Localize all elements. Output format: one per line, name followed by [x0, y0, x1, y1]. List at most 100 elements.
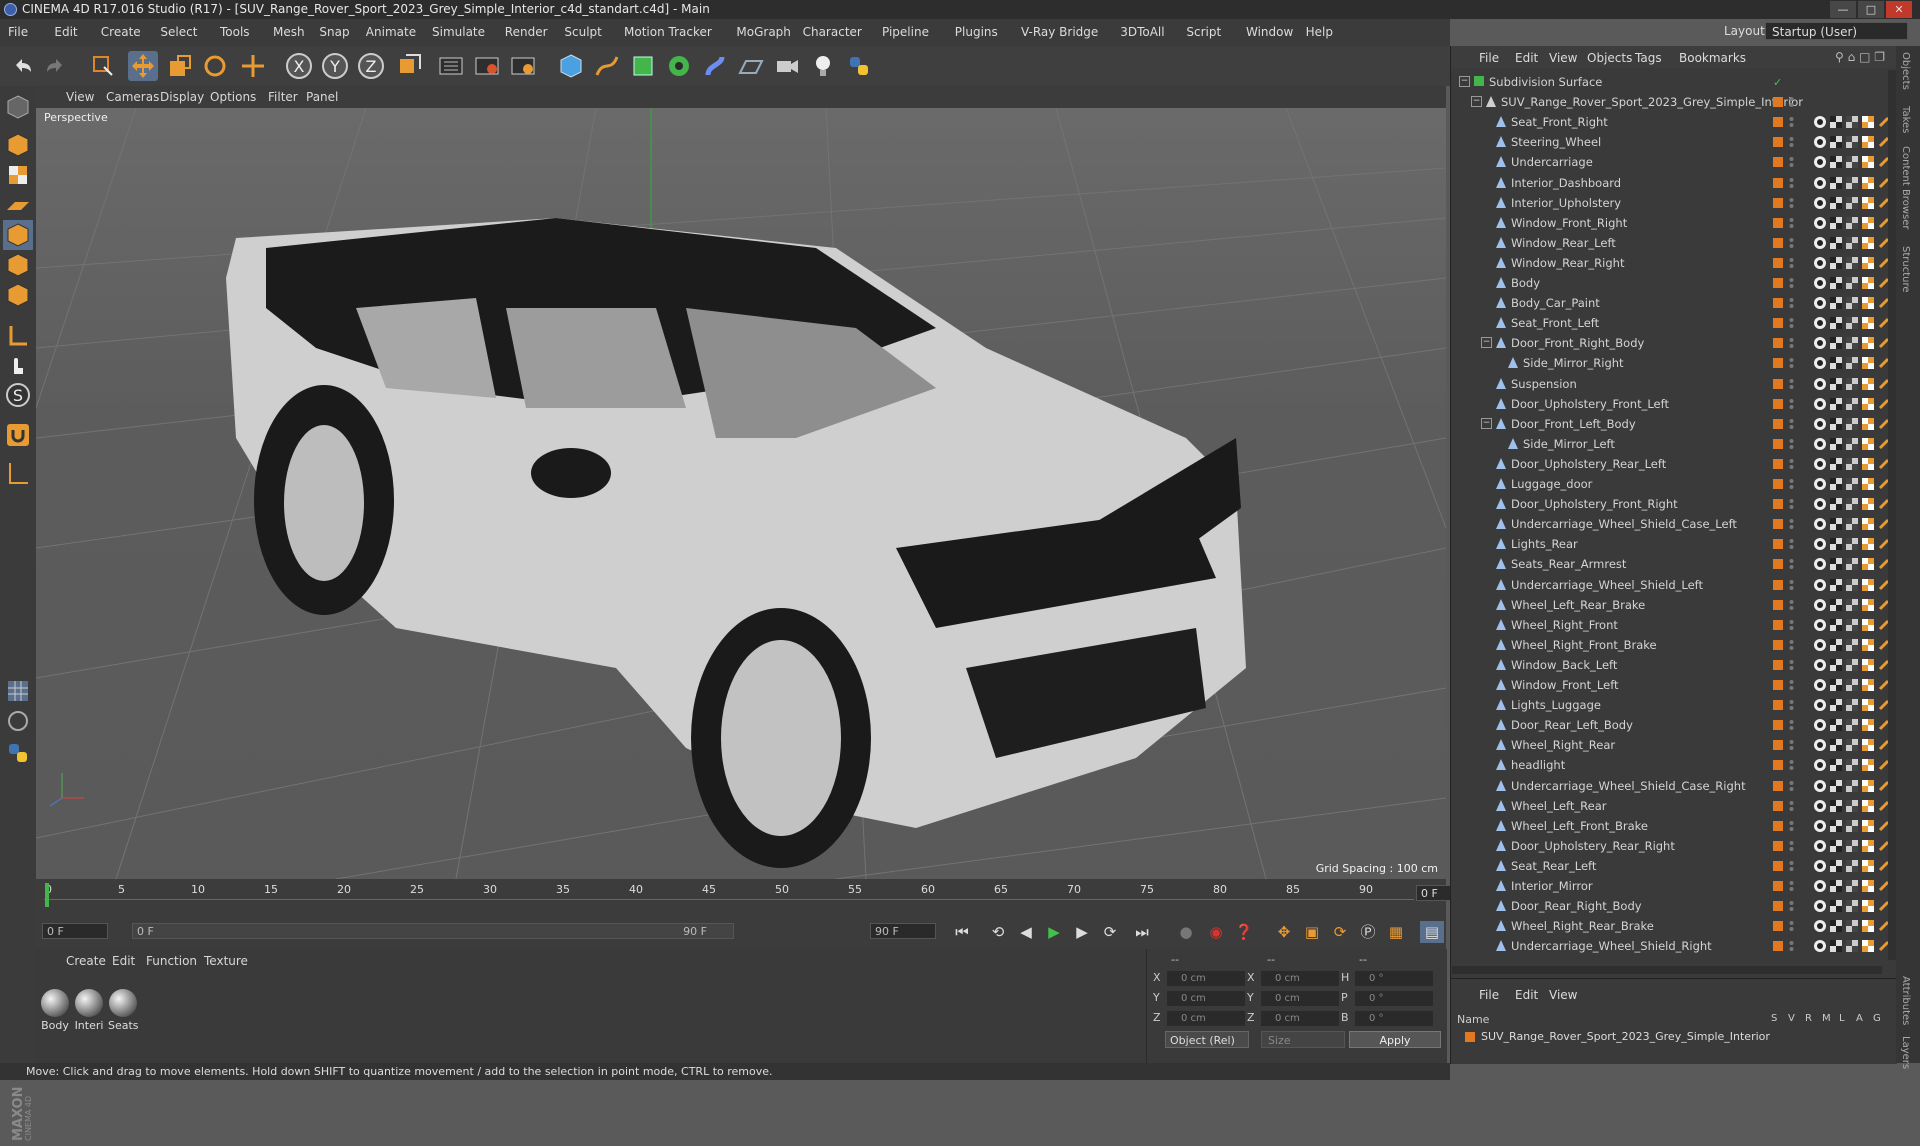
visibility-dots-icon[interactable]	[1789, 136, 1794, 148]
table-row[interactable]: Window_Front_Left	[1451, 675, 1897, 695]
layer-color-swatch[interactable]	[1773, 358, 1783, 369]
uvw-tag-icon[interactable]	[1829, 537, 1843, 551]
start-frame-field[interactable]: 0 F	[42, 923, 108, 939]
table-row[interactable]: Undercarriage_Wheel_Shield_Case_Left	[1451, 514, 1897, 534]
uvw-tag-icon[interactable]	[1829, 236, 1843, 250]
side-tab-attributes[interactable]: Attributes	[1900, 976, 1911, 1025]
uvw-tag-icon[interactable]	[1829, 397, 1843, 411]
layer-color-swatch[interactable]	[1773, 519, 1783, 530]
end-frame-field[interactable]: 90 F	[870, 923, 936, 939]
visibility-dots-icon[interactable]	[1789, 478, 1794, 490]
object-name[interactable]: Door_Rear_Right_Body	[1511, 899, 1642, 913]
visibility-dots-icon[interactable]	[1789, 257, 1794, 269]
phong-tag-icon[interactable]	[1813, 799, 1827, 813]
layer-color-swatch[interactable]	[1773, 800, 1783, 811]
coord-value-field[interactable]: 0 cm	[1261, 991, 1339, 1006]
move-tool-icon[interactable]	[238, 51, 268, 81]
uvw-tag-icon[interactable]	[1829, 336, 1843, 350]
texture-tag-icon[interactable]	[1861, 598, 1875, 612]
layer-color-swatch[interactable]	[1773, 479, 1783, 489]
table-row[interactable]: Body_Car_Paint	[1451, 293, 1897, 313]
edges-mode-icon[interactable]	[3, 250, 33, 280]
texture-tag-icon[interactable]	[1861, 879, 1875, 893]
phong-tag-icon[interactable]	[1813, 196, 1827, 210]
table-row[interactable]: Seat_Rear_Left	[1451, 856, 1897, 876]
expand-collapse-icon[interactable]: −	[1481, 337, 1492, 349]
apply-button[interactable]: Apply	[1349, 1031, 1441, 1048]
table-row[interactable]: Seats_Rear_Armrest	[1451, 554, 1897, 574]
menu-file[interactable]: File	[8, 25, 28, 39]
side-tab-takes[interactable]: Takes	[1900, 106, 1911, 133]
visibility-dots-icon[interactable]	[1789, 458, 1794, 470]
layer-column-header[interactable]: A	[1856, 1013, 1863, 1024]
menu-mograph[interactable]: MoGraph	[736, 25, 791, 39]
coord-value-field[interactable]: 0 °	[1355, 991, 1433, 1006]
phong-tag-icon[interactable]	[1813, 819, 1827, 833]
z-axis-icon[interactable]: Z	[356, 51, 386, 81]
layout-select[interactable]: Startup (User)	[1765, 22, 1908, 40]
table-row[interactable]: Interior_Mirror	[1451, 876, 1897, 896]
object-name[interactable]: Interior_Mirror	[1511, 879, 1593, 893]
make-editable-icon[interactable]	[3, 92, 33, 122]
table-row[interactable]: Suspension	[1451, 374, 1897, 394]
uvw-tag-icon[interactable]	[1829, 919, 1843, 933]
coord-value-field[interactable]: 0 cm	[1167, 991, 1245, 1006]
expand-collapse-icon[interactable]: −	[1459, 76, 1470, 87]
material-tag-icon[interactable]	[1845, 557, 1859, 571]
texture-tag-icon[interactable]	[1861, 276, 1875, 290]
layer-color-swatch[interactable]	[1773, 740, 1783, 751]
material-menu-texture[interactable]: Texture	[204, 954, 248, 968]
layer-menu-file[interactable]: File	[1479, 988, 1499, 1002]
tweak-mode-icon[interactable]	[3, 350, 33, 380]
texture-tag-icon[interactable]	[1861, 939, 1875, 953]
y-axis-icon[interactable]: Y	[320, 51, 350, 81]
phong-tag-icon[interactable]	[1813, 256, 1827, 270]
object-manager-search-icons[interactable]: ⚲ ⌂ □ ❐	[1835, 50, 1885, 64]
texture-tag-icon[interactable]	[1861, 919, 1875, 933]
object-name[interactable]: Door_Upholstery_Rear_Right	[1511, 839, 1675, 853]
layer-color-swatch[interactable]	[1773, 217, 1783, 228]
object-name[interactable]: Body	[1511, 276, 1540, 290]
layer-color-swatch[interactable]	[1773, 720, 1783, 731]
coord-value-field[interactable]: 0 cm	[1261, 971, 1339, 986]
texture-tag-icon[interactable]	[1861, 356, 1875, 370]
uvw-tag-icon[interactable]	[1829, 417, 1843, 431]
phong-tag-icon[interactable]	[1813, 477, 1827, 491]
texture-tag-icon[interactable]	[1861, 557, 1875, 571]
uvw-tag-icon[interactable]	[1829, 256, 1843, 270]
layer-color-swatch[interactable]	[1773, 418, 1783, 429]
table-row[interactable]: Wheel_Left_Rear	[1451, 796, 1897, 816]
texture-tag-icon[interactable]	[1861, 799, 1875, 813]
table-row[interactable]: Body	[1451, 273, 1897, 293]
visibility-dots-icon[interactable]	[1789, 900, 1794, 912]
material-tag-icon[interactable]	[1845, 638, 1859, 652]
coord-value-field[interactable]: 0 cm	[1261, 1011, 1339, 1026]
texture-tag-icon[interactable]	[1861, 819, 1875, 833]
material-tag-icon[interactable]	[1845, 658, 1859, 672]
table-row[interactable]: Wheel_Right_Rear	[1451, 735, 1897, 755]
layer-color-swatch[interactable]	[1773, 97, 1783, 108]
object-name[interactable]: Interior_Upholstery	[1511, 196, 1621, 210]
object-name[interactable]: Wheel_Left_Rear_Brake	[1511, 598, 1645, 612]
timeline-track[interactable]	[44, 899, 1414, 908]
uvw-tag-icon[interactable]	[1829, 698, 1843, 712]
material-tag-icon[interactable]	[1845, 758, 1859, 772]
uvw-tag-icon[interactable]	[1829, 598, 1843, 612]
texture-tag-icon[interactable]	[1861, 497, 1875, 511]
material-tag-icon[interactable]	[1845, 779, 1859, 793]
texture-tag-icon[interactable]	[1861, 216, 1875, 230]
coord-value-field[interactable]: 0 °	[1355, 971, 1433, 986]
menu-script[interactable]: Script	[1186, 25, 1221, 39]
material-body[interactable]: Body	[40, 989, 70, 1032]
material-tag-icon[interactable]	[1845, 678, 1859, 692]
material-tag-icon[interactable]	[1845, 437, 1859, 451]
coord-value-field[interactable]: 0 °	[1355, 1011, 1433, 1026]
enabled-check-icon[interactable]: ✓	[1773, 76, 1782, 89]
menu-motion-tracker[interactable]: Motion Tracker	[624, 25, 712, 39]
visibility-dots-icon[interactable]	[1789, 759, 1794, 771]
uvw-tag-icon[interactable]	[1829, 276, 1843, 290]
material-tag-icon[interactable]	[1845, 698, 1859, 712]
visibility-dots-icon[interactable]	[1789, 780, 1794, 792]
menu-v-ray-bridge[interactable]: V-Ray Bridge	[1021, 25, 1098, 39]
workplane-icon[interactable]	[3, 190, 33, 220]
